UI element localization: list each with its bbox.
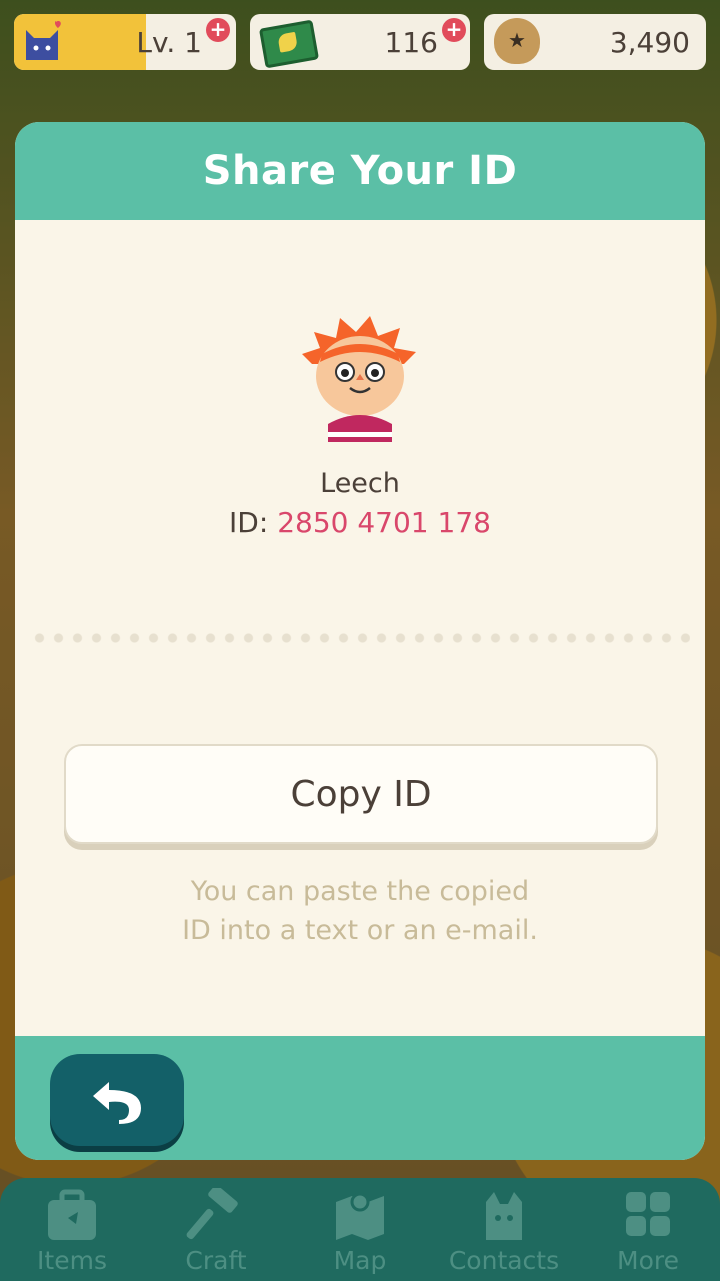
nav-label-map: Map	[333, 1246, 387, 1275]
copy-hint-text: You can paste the copied ID into a text …	[15, 872, 705, 950]
map-icon	[336, 1192, 384, 1240]
hint-line-1: You can paste the copied	[190, 876, 530, 907]
hammer-icon	[186, 1188, 238, 1240]
nav-item-items[interactable]: Items	[2, 1178, 142, 1281]
dialog-header: Share Your ID	[15, 122, 705, 220]
leaf-ticket-icon	[258, 19, 320, 69]
id-number: 2850 4701 178	[277, 506, 491, 539]
leaf-ticket-count: 116	[384, 26, 438, 59]
nav-item-craft[interactable]: Craft	[146, 1178, 286, 1281]
player-name: Leech	[320, 468, 400, 499]
bell-bag-icon	[494, 18, 540, 64]
leaf-ticket-display[interactable]: 116 +	[250, 14, 470, 70]
nav-label-items: Items	[37, 1246, 107, 1275]
level-display[interactable]: Lv. 1 +	[14, 14, 236, 70]
back-button[interactable]	[50, 1054, 184, 1146]
nav-label-contacts: Contacts	[448, 1246, 560, 1275]
nav-label-more: More	[617, 1246, 679, 1275]
hint-line-2: ID into a text or an e-mail.	[182, 915, 538, 946]
player-id: ID: 2850 4701 178	[15, 506, 705, 539]
id-label: ID:	[229, 506, 278, 539]
grid-icon	[626, 1192, 670, 1236]
dotted-divider	[30, 633, 690, 643]
zoom-plus-icon[interactable]: +	[206, 18, 230, 42]
nav-item-map[interactable]: Map	[290, 1178, 430, 1281]
dialog-footer	[15, 1036, 705, 1160]
nav-item-contacts[interactable]: Contacts	[434, 1178, 574, 1281]
dialog-title: Share Your ID	[202, 148, 518, 194]
cat-icon	[486, 1192, 522, 1240]
bag-icon	[48, 1189, 96, 1240]
share-id-dialog: Share Your ID Leech ID: 2850 4701 178 Co…	[15, 122, 705, 1160]
bells-count: 3,490	[609, 26, 690, 59]
bells-display: 3,490	[484, 14, 706, 70]
cat-icon	[26, 20, 61, 60]
nav-label-craft: Craft	[185, 1246, 247, 1275]
level-label: Lv. 1	[136, 26, 202, 59]
copy-id-button[interactable]: Copy ID	[64, 744, 658, 844]
player-avatar	[302, 316, 416, 442]
nav-item-more[interactable]: More	[578, 1178, 718, 1281]
bottom-nav: Items Craft Map Contacts More	[0, 1178, 720, 1281]
back-arrow-icon	[93, 1082, 141, 1124]
add-leaf-ticket-icon[interactable]: +	[442, 18, 466, 42]
